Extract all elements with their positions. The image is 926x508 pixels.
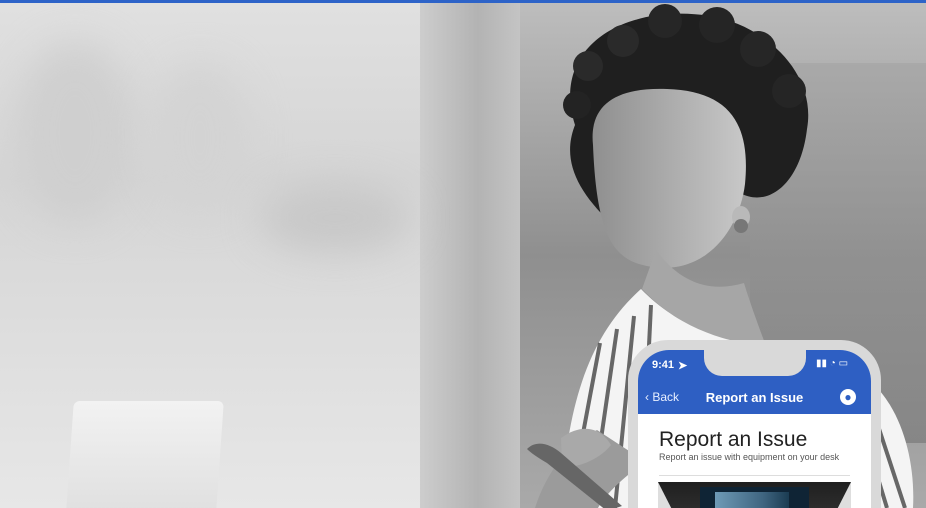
laptop-silhouette [66, 401, 224, 508]
background-blur-1 [15, 43, 135, 223]
nav-title: Report an Issue [705, 390, 804, 405]
status-bar: 9:41 ➤ ▮▮ ◔ ▭ [638, 350, 871, 382]
background-blur-2 [150, 63, 250, 213]
signal-wifi-battery-icon: ▮▮ ◔ ▭ [816, 358, 849, 369]
equipment-image [658, 482, 851, 508]
user-circle-icon[interactable]: ● [840, 389, 856, 405]
background-blur-3 [260, 183, 410, 253]
hero-image: 9:41 ➤ ▮▮ ◔ ▭ ‹ Back Report an Issue ● R… [0, 3, 926, 508]
phone-notch [704, 350, 806, 376]
status-time: 9:41 [652, 359, 675, 371]
app-navigation-bar: ‹ Back Report an Issue ● [638, 382, 871, 414]
phone-screen: 9:41 ➤ ▮▮ ◔ ▭ ‹ Back Report an Issue ● R… [638, 350, 871, 508]
page-title: Report an Issue [659, 428, 808, 451]
content-divider [659, 475, 850, 476]
location-arrow-icon: ➤ [678, 360, 688, 372]
page-subtitle: Report an issue with equipment on your d… [659, 452, 840, 462]
phone-mockup: 9:41 ➤ ▮▮ ◔ ▭ ‹ Back Report an Issue ● R… [628, 340, 881, 508]
monitor-content [715, 492, 789, 508]
